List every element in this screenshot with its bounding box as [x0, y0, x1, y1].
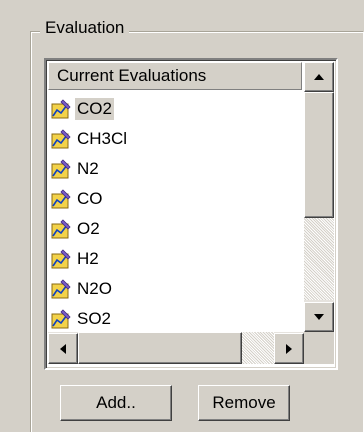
- list-item-label: CH3Cl: [77, 129, 128, 148]
- remove-button[interactable]: Remove: [198, 385, 290, 421]
- list-item[interactable]: H2: [50, 244, 302, 274]
- evaluation-chart-icon: [51, 309, 71, 329]
- arrow-left-icon: [60, 343, 66, 354]
- evaluation-chart-icon: [51, 189, 71, 209]
- scrollbar-corner: [304, 332, 334, 364]
- arrow-up-icon: [314, 74, 324, 80]
- evaluation-chart-icon: [51, 279, 71, 299]
- list-item-label: N2O: [77, 279, 112, 298]
- evaluations-listbox[interactable]: Current Evaluations CO2 CH3Cl N2 CO O2 H…: [44, 58, 338, 370]
- horizontal-scroll-thumb[interactable]: [78, 332, 242, 364]
- list-header[interactable]: Current Evaluations: [48, 62, 302, 90]
- horizontal-scroll-track[interactable]: [242, 332, 274, 364]
- vertical-scroll-thumb[interactable]: [304, 92, 334, 218]
- scroll-down-button[interactable]: [304, 302, 334, 332]
- list-item-label: H2: [77, 249, 99, 268]
- list-item[interactable]: N2: [50, 154, 302, 184]
- list-item[interactable]: CO2: [50, 94, 302, 124]
- arrow-right-icon: [286, 343, 292, 354]
- scroll-up-button[interactable]: [304, 62, 334, 92]
- scroll-left-button[interactable]: [48, 333, 78, 364]
- list-item-label: SO2: [77, 309, 112, 328]
- scroll-right-button[interactable]: [274, 333, 304, 364]
- evaluation-chart-icon: [51, 99, 71, 119]
- list-item-label: CO2: [75, 98, 114, 120]
- vertical-scrollbar[interactable]: [304, 62, 334, 332]
- list-item[interactable]: SO2: [50, 304, 302, 334]
- evaluation-chart-icon: [51, 219, 71, 239]
- evaluation-list: CO2 CH3Cl N2 CO O2 H2 N2O SO2: [50, 94, 302, 334]
- evaluation-chart-icon: [51, 129, 71, 149]
- horizontal-scrollbar[interactable]: [48, 332, 304, 364]
- list-item-label: CO: [77, 189, 103, 208]
- list-item-label: O2: [77, 219, 100, 238]
- add-button[interactable]: Add..: [60, 385, 172, 421]
- vertical-scroll-track[interactable]: [304, 218, 334, 300]
- list-item[interactable]: O2: [50, 214, 302, 244]
- list-item[interactable]: N2O: [50, 274, 302, 304]
- list-item[interactable]: CH3Cl: [50, 124, 302, 154]
- evaluation-chart-icon: [51, 159, 71, 179]
- arrow-down-icon: [314, 314, 324, 320]
- list-item[interactable]: CO: [50, 184, 302, 214]
- evaluation-chart-icon: [51, 249, 71, 269]
- group-title: Evaluation: [40, 17, 130, 39]
- list-item-label: N2: [77, 159, 99, 178]
